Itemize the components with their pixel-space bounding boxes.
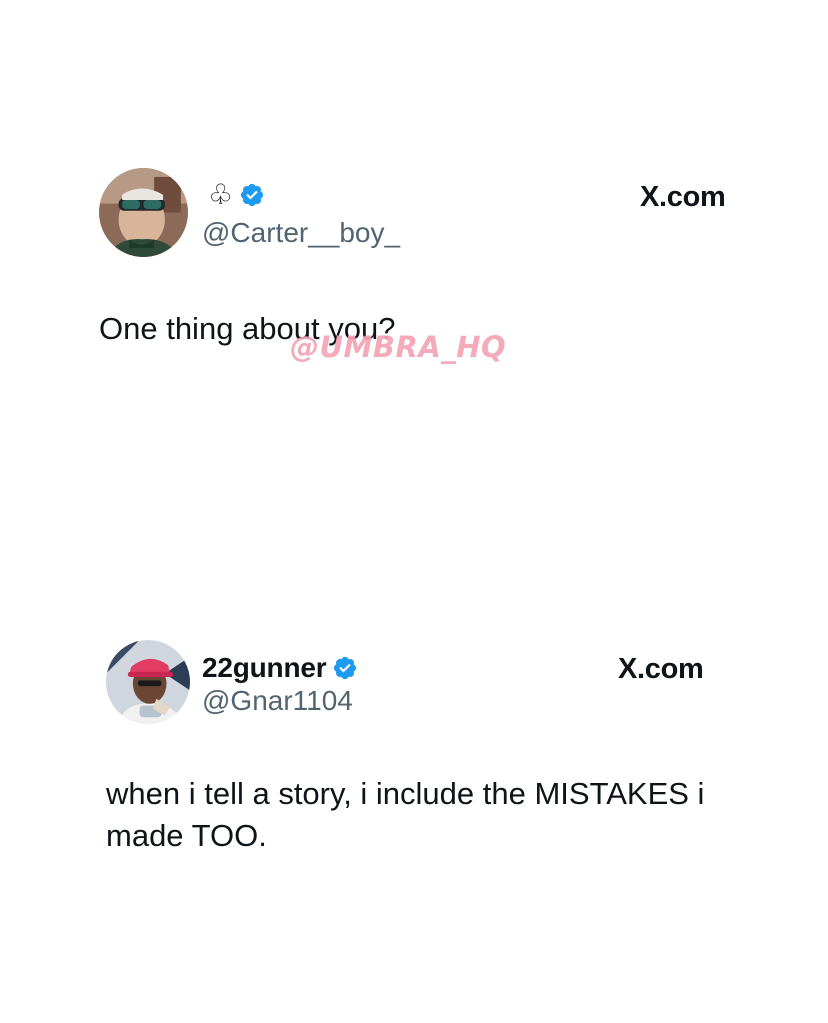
source-label: X.com xyxy=(640,180,726,214)
tweet-card-2: 22gunner @Gnar1104 X.com when i tell a s… xyxy=(0,640,828,860)
tweet-card-1: ♧ @Carter__boy_ X.com One thing about yo… xyxy=(0,168,828,388)
avatar-photo-icon xyxy=(106,640,190,724)
tweet-text: One thing about you? xyxy=(99,311,396,346)
source-text: X.com xyxy=(640,181,726,213)
handle[interactable]: @Gnar1104 xyxy=(202,684,353,718)
verified-badge-icon xyxy=(241,183,264,207)
display-name[interactable]: 22gunner xyxy=(202,651,327,685)
name-row: ♧ xyxy=(202,178,265,212)
verified-badge-icon xyxy=(334,656,357,680)
source-text: X.com xyxy=(618,653,704,685)
avatar[interactable] xyxy=(106,640,190,724)
handle[interactable]: @Carter__boy_ xyxy=(202,216,400,250)
avatar-photo-icon xyxy=(99,168,188,257)
name-row: 22gunner xyxy=(202,651,358,685)
source-label: X.com xyxy=(618,652,704,686)
tweet-text: when i tell a story, i include the MISTA… xyxy=(106,776,705,853)
avatar[interactable] xyxy=(99,168,188,257)
club-symbol-icon: ♧ xyxy=(208,178,234,211)
